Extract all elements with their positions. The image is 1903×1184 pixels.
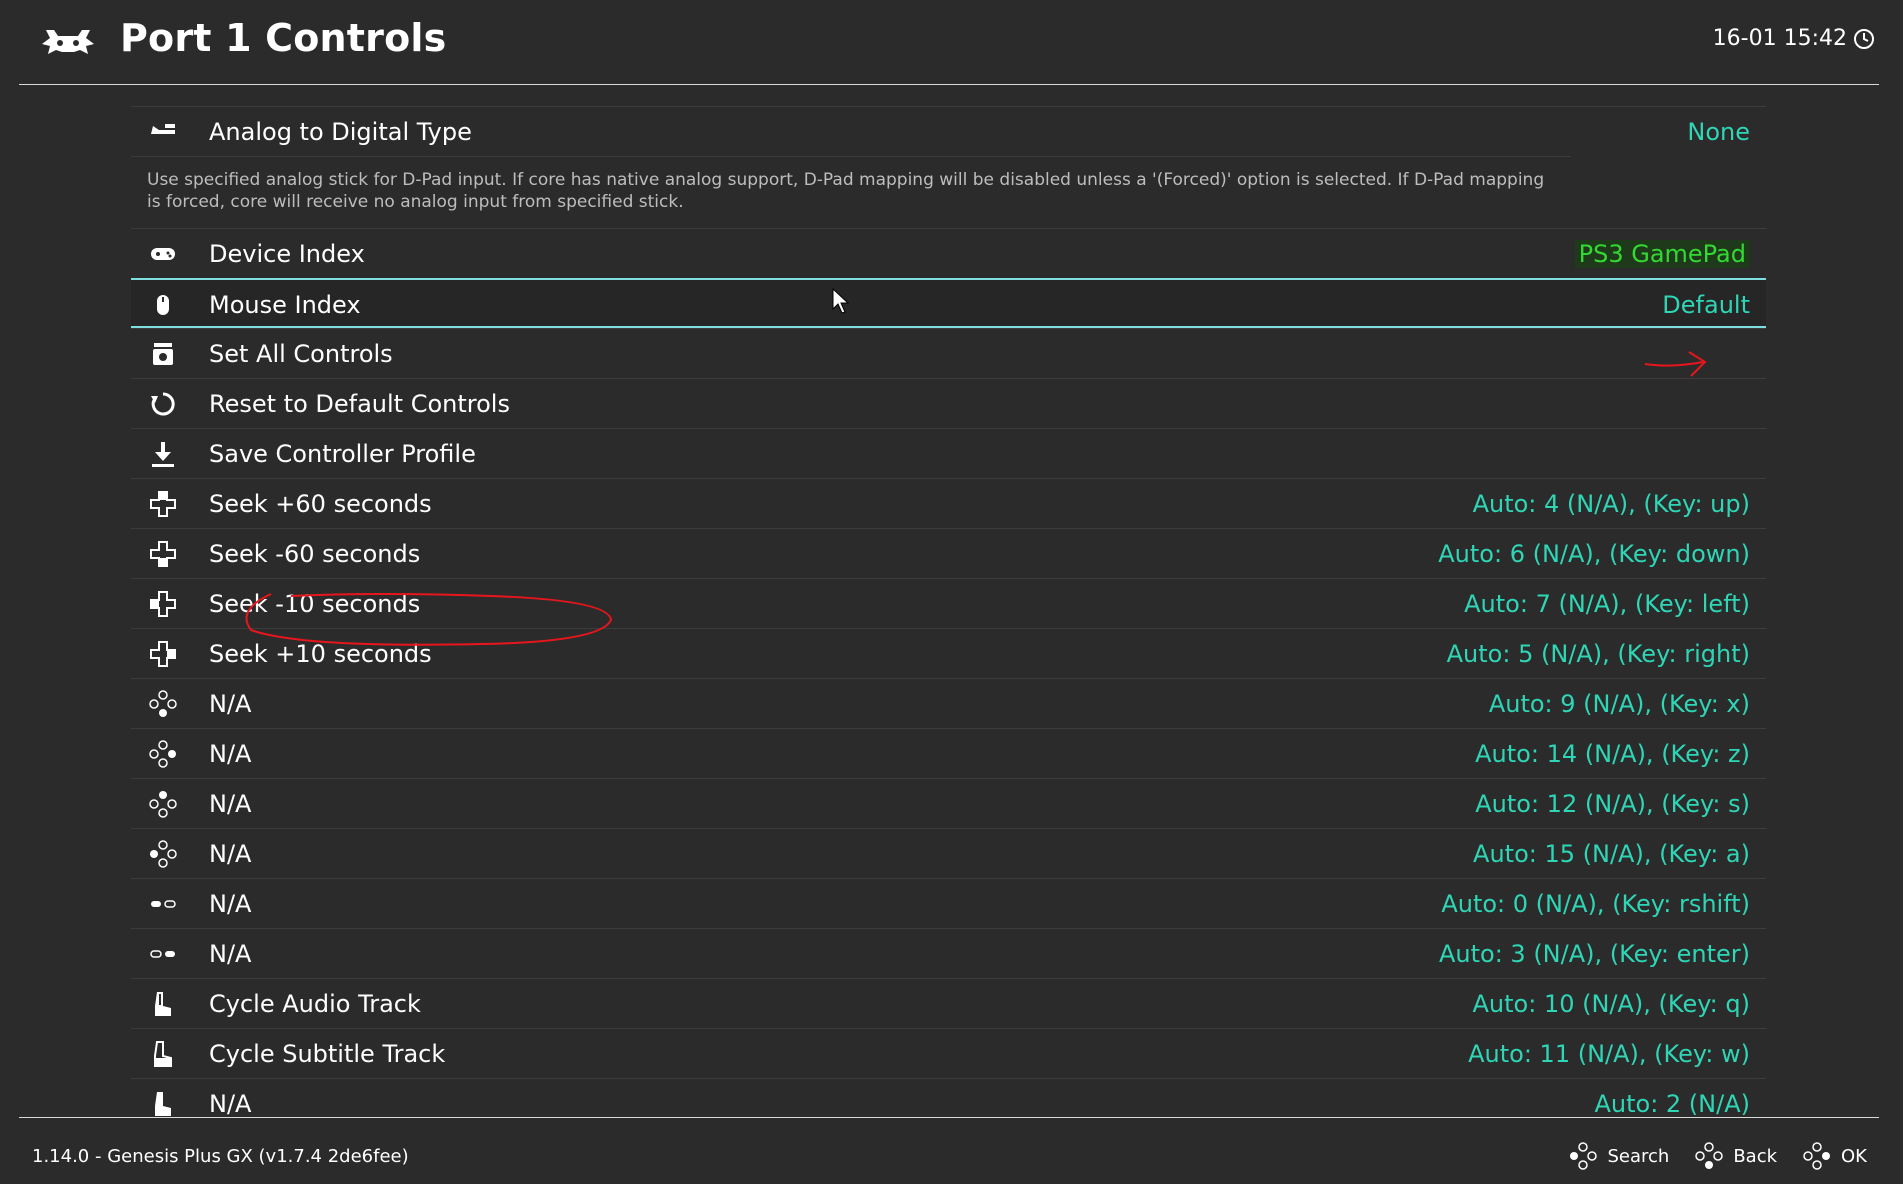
search-label: Search bbox=[1607, 1145, 1670, 1167]
right-shoulder-icon bbox=[149, 1040, 177, 1068]
row-value: PS3 GamePad bbox=[1574, 240, 1750, 268]
page-title: Port 1 Controls bbox=[120, 16, 447, 60]
face-button-bottom-icon bbox=[149, 690, 177, 718]
header: Port 1 Controls 16-01 15:42 bbox=[0, 0, 1903, 85]
row-set-all-controls[interactable]: Set All Controls bbox=[131, 328, 1766, 378]
row-label: Seek +60 seconds bbox=[209, 490, 432, 518]
dpad-down-icon bbox=[149, 540, 177, 568]
row-label: N/A bbox=[209, 740, 252, 768]
settings-list: Analog to Digital Type None Use specifie… bbox=[131, 106, 1766, 1117]
row-value: Auto: 3 (N/A), (Key: enter) bbox=[1438, 940, 1750, 968]
row-label: Set All Controls bbox=[209, 340, 393, 368]
face-button-top-icon bbox=[149, 790, 177, 818]
row-value: Auto: 4 (N/A), (Key: up) bbox=[1472, 490, 1750, 518]
gamepad-icon bbox=[149, 240, 177, 268]
back-button[interactable]: Back bbox=[1695, 1142, 1777, 1170]
row-value: None bbox=[1687, 118, 1750, 146]
row-label: Reset to Default Controls bbox=[209, 390, 510, 418]
row-value: Auto: 5 (N/A), (Key: right) bbox=[1446, 640, 1750, 668]
annotation-ellipse bbox=[245, 593, 613, 646]
row-button-select[interactable]: N/A Auto: 0 (N/A), (Key: rshift) bbox=[131, 878, 1766, 928]
row-label: N/A bbox=[209, 790, 252, 818]
footer: 1.14.0 - Genesis Plus GX (v1.7.4 2de6fee… bbox=[0, 1118, 1903, 1184]
row-value: Auto: 0 (N/A), (Key: rshift) bbox=[1441, 890, 1750, 918]
start-button-icon bbox=[149, 940, 177, 968]
select-button-icon bbox=[149, 890, 177, 918]
retroarch-logo-icon bbox=[42, 30, 94, 54]
ok-label: OK bbox=[1841, 1145, 1867, 1167]
row-mouse-index[interactable]: Mouse Index Default bbox=[131, 278, 1766, 328]
analog-stick-icon bbox=[149, 118, 177, 146]
left-shoulder-icon bbox=[149, 990, 177, 1018]
row-value: Auto: 9 (N/A), (Key: x) bbox=[1488, 690, 1750, 718]
clock-icon bbox=[1854, 28, 1874, 49]
row-label: Cycle Audio Track bbox=[209, 990, 421, 1018]
row-label: Save Controller Profile bbox=[209, 440, 476, 468]
row-seek-minus-60[interactable]: Seek -60 seconds Auto: 6 (N/A), (Key: do… bbox=[131, 528, 1766, 578]
mouse-pointer-icon bbox=[832, 288, 850, 314]
row-label: Device Index bbox=[209, 240, 365, 268]
row-label: Seek -60 seconds bbox=[209, 540, 421, 568]
row-label: N/A bbox=[209, 840, 252, 868]
left-trigger-icon bbox=[149, 1090, 177, 1117]
row-cycle-audio-track[interactable]: Cycle Audio Track Auto: 10 (N/A), (Key: … bbox=[131, 978, 1766, 1028]
header-divider bbox=[19, 84, 1879, 85]
back-label: Back bbox=[1733, 1145, 1778, 1167]
row-label: N/A bbox=[209, 1090, 252, 1117]
face-button-right-icon bbox=[149, 740, 177, 768]
face-button-bottom-icon bbox=[1695, 1142, 1724, 1169]
row-button-start[interactable]: N/A Auto: 3 (N/A), (Key: enter) bbox=[131, 928, 1766, 978]
download-icon bbox=[149, 440, 177, 468]
row-value: Auto: 7 (N/A), (Key: left) bbox=[1464, 590, 1750, 618]
search-button[interactable]: Search bbox=[1569, 1142, 1669, 1170]
row-label: Cycle Subtitle Track bbox=[209, 1040, 446, 1068]
row-label: N/A bbox=[209, 890, 252, 918]
clock: 16-01 15:42 bbox=[1713, 26, 1875, 51]
annotation-arrow bbox=[1644, 351, 1707, 377]
row-button-a[interactable]: N/A Auto: 15 (N/A), (Key: a) bbox=[131, 828, 1766, 878]
row-value: Auto: 15 (N/A), (Key: a) bbox=[1473, 840, 1750, 868]
row-seek-plus-60[interactable]: Seek +60 seconds Auto: 4 (N/A), (Key: up… bbox=[131, 478, 1766, 528]
footer-buttons: Search Back OK bbox=[1569, 1142, 1867, 1170]
row-analog-to-digital-type[interactable]: Analog to Digital Type None bbox=[131, 106, 1766, 156]
row-label: N/A bbox=[209, 690, 252, 718]
row-reset-controls[interactable]: Reset to Default Controls bbox=[131, 378, 1766, 428]
row-button-s[interactable]: N/A Auto: 12 (N/A), (Key: s) bbox=[131, 778, 1766, 828]
row-device-index[interactable]: Device Index PS3 GamePad bbox=[131, 228, 1766, 278]
row-value: Default bbox=[1662, 291, 1750, 319]
face-button-right-icon bbox=[1803, 1142, 1831, 1170]
row-value: Auto: 11 (N/A), (Key: w) bbox=[1468, 1040, 1750, 1068]
row-label: Analog to Digital Type bbox=[209, 118, 472, 146]
row-description: Use specified analog stick for D-Pad inp… bbox=[131, 156, 1571, 228]
controller-stack-icon bbox=[149, 340, 177, 368]
row-button-z[interactable]: N/A Auto: 14 (N/A), (Key: z) bbox=[131, 728, 1766, 778]
row-partial[interactable]: N/A Auto: 2 (N/A) bbox=[131, 1078, 1766, 1117]
row-save-controller-profile[interactable]: Save Controller Profile bbox=[131, 428, 1766, 478]
dpad-up-icon bbox=[149, 490, 177, 518]
reset-icon bbox=[149, 390, 177, 418]
row-label: Mouse Index bbox=[209, 291, 361, 319]
face-button-left-icon bbox=[1570, 1142, 1598, 1170]
row-value: Auto: 14 (N/A), (Key: z) bbox=[1475, 740, 1750, 768]
row-label: N/A bbox=[209, 940, 252, 968]
face-button-left-icon bbox=[149, 840, 177, 868]
row-value: Auto: 6 (N/A), (Key: down) bbox=[1438, 540, 1750, 568]
dpad-left-icon bbox=[149, 590, 177, 618]
version-text: 1.14.0 - Genesis Plus GX (v1.7.4 2de6fee… bbox=[32, 1146, 409, 1167]
row-value: Auto: 12 (N/A), (Key: s) bbox=[1475, 790, 1750, 818]
ok-button[interactable]: OK bbox=[1803, 1142, 1867, 1170]
datetime-text: 16-01 15:42 bbox=[1712, 26, 1847, 51]
mouse-icon bbox=[149, 291, 177, 319]
dpad-right-icon bbox=[149, 640, 177, 668]
row-cycle-subtitle-track[interactable]: Cycle Subtitle Track Auto: 11 (N/A), (Ke… bbox=[131, 1028, 1766, 1078]
row-value: Auto: 10 (N/A), (Key: q) bbox=[1472, 990, 1751, 1018]
row-value: Auto: 2 (N/A) bbox=[1594, 1090, 1750, 1117]
row-button-x[interactable]: N/A Auto: 9 (N/A), (Key: x) bbox=[131, 678, 1766, 728]
